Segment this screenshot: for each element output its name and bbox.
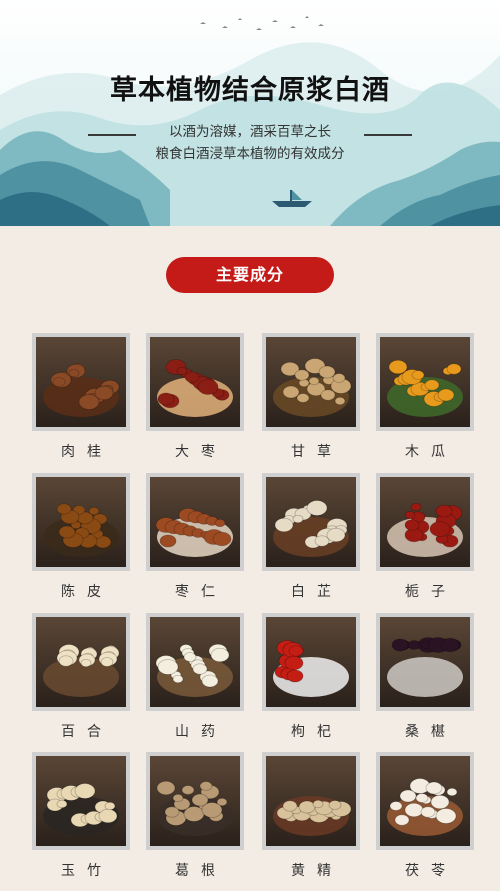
ingredient-frame — [146, 333, 244, 431]
ingredient-label: 黄精 — [291, 863, 343, 879]
ingredient-label: 百合 — [61, 724, 113, 740]
ingredient-card: 黄精 — [262, 752, 360, 880]
ingredient-label: 玉竹 — [61, 863, 113, 879]
ingredient-frame — [262, 613, 360, 711]
mulberry-photo — [380, 617, 470, 707]
ingredient-label: 木瓜 — [405, 444, 457, 460]
ingredient-label: 大枣 — [175, 444, 227, 460]
cinnamon-photo — [36, 337, 126, 427]
ingredient-label: 栀子 — [405, 584, 457, 600]
ingredient-label: 肉桂 — [61, 444, 113, 460]
ingredient-card: 百合 — [32, 613, 130, 741]
jujube-photo — [150, 337, 240, 427]
tangerine-peel-photo — [36, 477, 126, 567]
ingredient-frame — [262, 473, 360, 571]
ingredient-card: 肉桂 — [32, 333, 130, 461]
ingredient-label: 甘草 — [291, 444, 343, 460]
ingredient-card: 枣仁 — [146, 473, 244, 601]
ingredient-card: 甘草 — [262, 333, 360, 461]
hero-banner: 草本植物结合原浆白酒 以酒为溶媒，酒采百草之长 粮食白酒浸草本植物的有效成分 — [0, 0, 500, 226]
ingredient-card: 白芷 — [262, 473, 360, 601]
birds-icon — [200, 16, 324, 30]
yam-photo — [150, 617, 240, 707]
ingredient-card: 玉竹 — [32, 752, 130, 880]
ingredient-frame — [146, 473, 244, 571]
ingredient-frame — [32, 333, 130, 431]
ingredient-frame — [376, 473, 474, 571]
ingredient-card: 葛根 — [146, 752, 244, 880]
ingredient-label: 白芷 — [291, 584, 343, 600]
ingredient-label: 茯苓 — [405, 863, 457, 879]
ingredient-card: 陈皮 — [32, 473, 130, 601]
ingredient-frame — [32, 613, 130, 711]
ingredient-label: 枣仁 — [175, 584, 227, 600]
ingredient-frame — [262, 752, 360, 850]
mountain-landscape-illustration — [0, 16, 500, 226]
ingredient-frame — [146, 613, 244, 711]
goji-photo — [266, 617, 356, 707]
licorice-photo — [266, 337, 356, 427]
section-heading-badge: 主要成分 — [166, 257, 334, 293]
ingredient-card: 茯苓 — [376, 752, 474, 880]
ingredient-frame — [376, 613, 474, 711]
lily-bulb-photo — [36, 617, 126, 707]
ingredient-frame — [262, 333, 360, 431]
ingredient-label: 桑椹 — [405, 724, 457, 740]
ingredient-card: 大枣 — [146, 333, 244, 461]
solomon-seal-photo — [36, 756, 126, 846]
ingredient-frame — [32, 752, 130, 850]
ingredient-label: 陈皮 — [61, 584, 113, 600]
gardenia-photo — [380, 477, 470, 567]
kudzu-root-photo — [150, 756, 240, 846]
polygonatum-photo — [266, 756, 356, 846]
page-title: 草本植物结合原浆白酒 — [110, 75, 390, 106]
angelica-photo — [266, 477, 356, 567]
papaya-photo — [380, 337, 470, 427]
ingredient-frame — [376, 752, 474, 850]
ingredient-label: 山药 — [175, 724, 227, 740]
ingredient-card: 栀子 — [376, 473, 474, 601]
ingredient-label: 葛根 — [175, 863, 227, 879]
ingredient-frame — [146, 752, 244, 850]
subtitle-line1: 以酒为溶媒，酒采百草之长 — [169, 124, 331, 140]
poria-photo — [380, 756, 470, 846]
ingredient-card: 木瓜 — [376, 333, 474, 461]
ingredient-card: 山药 — [146, 613, 244, 741]
subtitle-line2: 粮食白酒浸草本植物的有效成分 — [155, 146, 345, 162]
ingredient-frame — [32, 473, 130, 571]
ingredient-card: 枸杞 — [262, 613, 360, 741]
ingredient-label: 枸杞 — [291, 724, 343, 740]
jujube-seed-photo — [150, 477, 240, 567]
ingredient-frame — [376, 333, 474, 431]
ingredient-card: 桑椹 — [376, 613, 474, 741]
